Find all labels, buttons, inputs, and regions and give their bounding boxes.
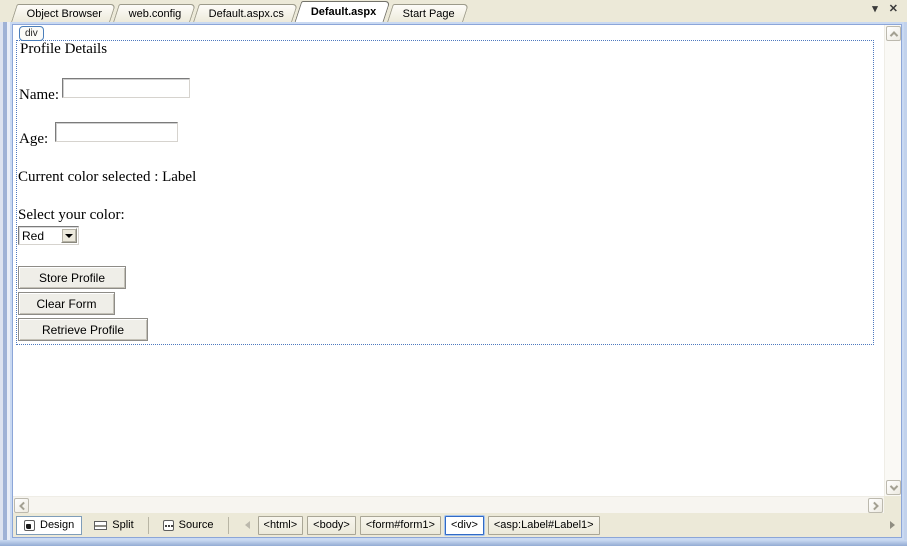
chevron-right-icon	[870, 501, 878, 509]
chevron-left-icon	[19, 501, 27, 509]
source-view-button[interactable]: Source	[155, 516, 222, 535]
document-panel: div Profile Details Name: Age: Current c…	[10, 22, 904, 540]
scroll-up-button[interactable]	[886, 26, 901, 41]
tag-path-body[interactable]: <body>	[307, 516, 356, 535]
tab-label: Default.aspx.cs	[209, 8, 284, 20]
tag-path-div[interactable]: <div>	[445, 516, 484, 535]
close-icon[interactable]: ✕	[889, 4, 898, 15]
name-label: Name:	[19, 87, 59, 104]
name-input[interactable]	[62, 78, 190, 98]
tag-path-html[interactable]: <html>	[258, 516, 304, 535]
retrieve-profile-button[interactable]: Retrieve Profile	[18, 318, 148, 341]
document-panel-inner: div Profile Details Name: Age: Current c…	[12, 24, 902, 538]
chevron-up-icon	[889, 31, 897, 39]
tab-object-browser[interactable]: Object Browser	[11, 4, 116, 22]
tab-label: Start Page	[403, 8, 455, 20]
design-view-button[interactable]: Design	[16, 516, 82, 535]
tab-label: web.config	[129, 8, 182, 20]
select-color-label: Select your color:	[18, 207, 125, 224]
tab-strip-controls: ▾ ✕	[872, 4, 898, 15]
vertical-scrollbar[interactable]	[884, 25, 901, 496]
split-view-icon	[94, 521, 107, 530]
current-color-status: Current color selected : Label	[18, 169, 196, 186]
separator	[228, 517, 229, 534]
profile-details-heading: Profile Details	[20, 41, 107, 58]
chevron-left-icon	[245, 521, 250, 529]
color-dropdown[interactable]: Red	[18, 226, 79, 245]
chevron-down-icon[interactable]: ▾	[872, 4, 878, 15]
tab-default-aspx-cs[interactable]: Default.aspx.cs	[193, 4, 298, 22]
store-profile-button[interactable]: Store Profile	[18, 266, 126, 289]
tab-start-page[interactable]: Start Page	[387, 4, 469, 22]
tab-label: Default.aspx	[311, 6, 376, 18]
scrollbar-corner	[884, 496, 901, 513]
div-element-tag-label[interactable]: div	[19, 26, 44, 41]
color-dropdown-value: Red	[19, 229, 61, 243]
scroll-left-button[interactable]	[14, 498, 29, 513]
document-tab-strip: Object Browser web.config Default.aspx.c…	[0, 0, 907, 22]
vs-document-window: Object Browser web.config Default.aspx.c…	[0, 0, 907, 546]
design-view-icon	[24, 520, 35, 531]
scroll-right-button[interactable]	[868, 498, 883, 513]
window-frame-bottom	[0, 540, 907, 546]
clear-form-button[interactable]: Clear Form	[18, 292, 115, 315]
tag-path-scroll-left-button[interactable]	[241, 516, 254, 535]
design-surface: div Profile Details Name: Age: Current c…	[13, 25, 884, 496]
dropdown-arrow-icon	[65, 234, 73, 238]
horizontal-scrollbar[interactable]	[13, 496, 884, 513]
tag-path-form[interactable]: <form#form1>	[360, 516, 441, 535]
source-view-label: Source	[179, 519, 214, 531]
age-input[interactable]	[55, 122, 178, 142]
tab-default-aspx[interactable]: Default.aspx	[295, 1, 391, 22]
split-view-label: Split	[112, 519, 133, 531]
chevron-down-icon	[889, 482, 897, 490]
tag-path-asp-label[interactable]: <asp:Label#Label1>	[488, 516, 600, 535]
dropdown-arrow-button[interactable]	[61, 228, 77, 243]
window-frame-left	[0, 22, 10, 546]
scroll-down-button[interactable]	[886, 480, 901, 495]
source-view-icon	[163, 520, 174, 531]
separator	[148, 517, 149, 534]
tag-path-scroll-right-button[interactable]	[886, 515, 899, 534]
tab-web-config[interactable]: web.config	[113, 4, 195, 22]
age-label: Age:	[19, 131, 48, 148]
view-switch-bar: Design Split Source <html> <body> <form#	[13, 513, 901, 537]
split-view-button[interactable]: Split	[86, 516, 141, 535]
design-view-label: Design	[40, 519, 74, 531]
chevron-right-icon	[890, 521, 895, 529]
tab-label: Object Browser	[27, 8, 102, 20]
